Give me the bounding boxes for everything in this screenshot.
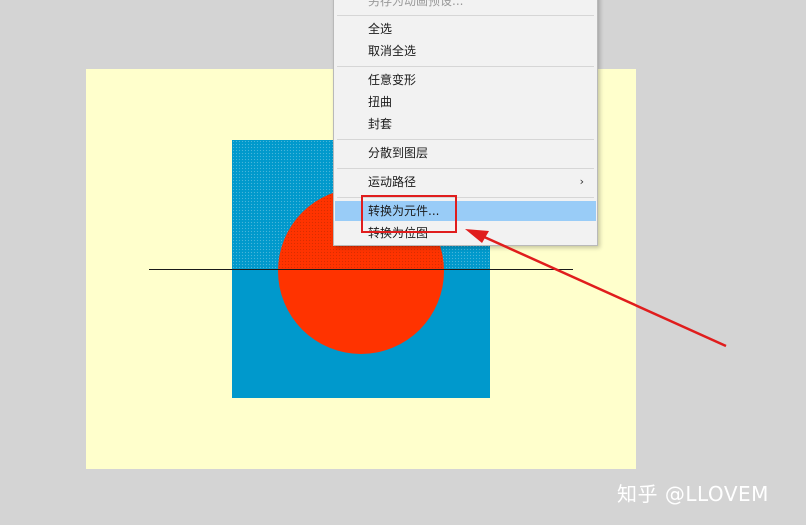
menu-item-label: 扭曲 (368, 95, 393, 109)
menu-item-motion-path[interactable]: 运动路径 › (335, 172, 596, 192)
menu-item-label: 全选 (368, 22, 393, 36)
menu-item-label: 封套 (368, 117, 393, 131)
menu-item-label: 取消全选 (368, 44, 417, 58)
workspace: 另存为动画预设... 全选 取消全选 任意变形 扭曲 封套 分散到图层 运动路径… (0, 0, 806, 525)
menu-item-label: 运动路径 (368, 175, 417, 189)
watermark-text: 知乎 @LLOVEM (617, 482, 769, 506)
menu-item-select-all[interactable]: 全选 (335, 19, 596, 39)
menu-item-distort[interactable]: 扭曲 (335, 92, 596, 112)
chevron-right-icon: › (579, 175, 584, 188)
menu-item-deselect-all[interactable]: 取消全选 (335, 41, 596, 61)
annotation-highlight-box (361, 195, 457, 233)
menu-item-save-animation-preset: 另存为动画预设... (335, 0, 596, 11)
menu-separator (337, 139, 594, 140)
menu-separator (337, 66, 594, 67)
menu-separator (337, 168, 594, 169)
horizontal-line-shape[interactable] (149, 269, 573, 270)
menu-item-envelope[interactable]: 封套 (335, 114, 596, 134)
menu-item-distribute-to-layers[interactable]: 分散到图层 (335, 143, 596, 163)
menu-item-free-transform[interactable]: 任意变形 (335, 70, 596, 90)
menu-item-label: 另存为动画预设... (368, 0, 464, 8)
menu-item-label: 任意变形 (368, 73, 417, 87)
menu-separator (337, 15, 594, 16)
menu-item-label: 分散到图层 (368, 146, 429, 160)
